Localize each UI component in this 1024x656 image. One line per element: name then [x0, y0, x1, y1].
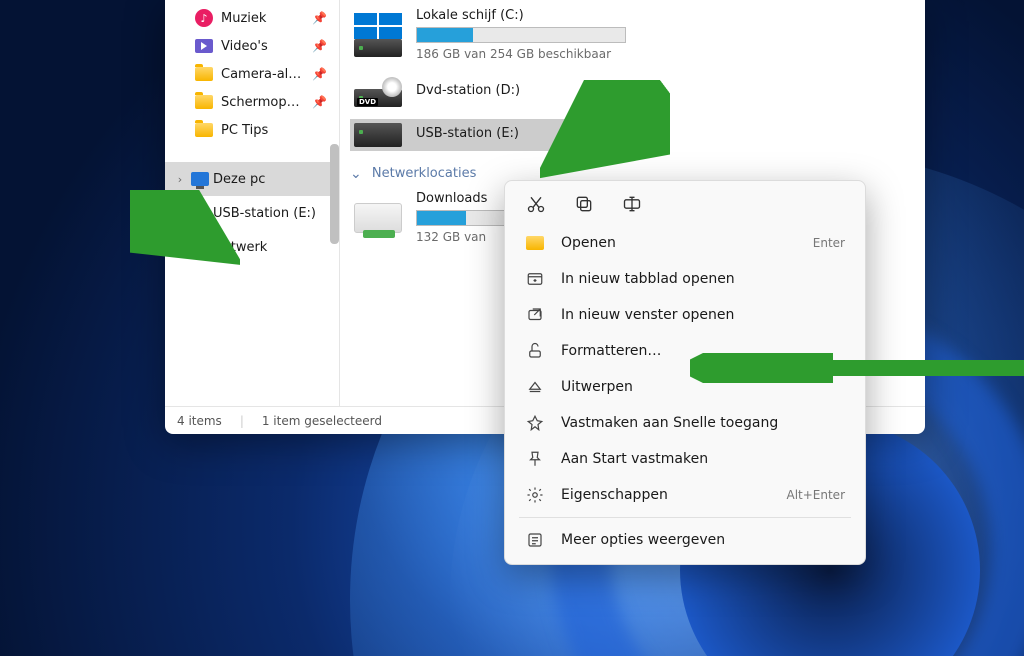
sidebar-item-music[interactable]: ♪ Muziek 📌 [165, 4, 339, 32]
pin-icon: 📌 [312, 95, 327, 109]
sidebar-item-screenshots[interactable]: Schermopnamen 📌 [165, 88, 339, 116]
video-icon [195, 39, 213, 53]
network-icon [191, 240, 209, 254]
sidebar-item-network[interactable]: › Netwerk [165, 230, 339, 264]
drive-usb-e[interactable]: USB-station (E:) [350, 119, 650, 151]
sidebar-item-pc-tips[interactable]: PC Tips [165, 116, 339, 144]
context-menu-pin-start[interactable]: Aan Start vastmaken [511, 441, 859, 477]
context-menu-more-options[interactable]: Meer opties weergeven [511, 522, 859, 558]
cut-icon[interactable] [525, 193, 547, 215]
more-options-icon [525, 530, 545, 550]
format-icon [525, 341, 545, 361]
sidebar-item-videos[interactable]: Video's 📌 [165, 32, 339, 60]
shortcut-label: Enter [813, 236, 845, 250]
context-menu-eject[interactable]: Uitwerpen [511, 369, 859, 405]
chevron-right-icon: › [173, 241, 187, 254]
context-menu-properties[interactable]: Eigenschappen Alt+Enter [511, 477, 859, 513]
drive-subtitle: 186 GB van 254 GB beschikbaar [416, 47, 911, 61]
status-item-count: 4 items [177, 414, 222, 428]
sidebar-item-label: Netwerk [213, 240, 267, 255]
drive-icon: DVD [354, 77, 402, 107]
drive-name: USB-station (E:) [416, 126, 646, 141]
chevron-right-icon: › [173, 207, 187, 220]
copy-icon[interactable] [573, 193, 595, 215]
context-menu-icon-row [511, 187, 859, 225]
usb-drive-icon [191, 208, 209, 218]
sidebar-item-usb-drive[interactable]: › USB-station (E:) [165, 196, 339, 230]
divider: | [240, 414, 244, 428]
drive-icon [354, 203, 402, 233]
sidebar-item-label: Deze pc [213, 172, 265, 187]
drive-icon [354, 13, 402, 57]
drive-local-c[interactable]: Lokale schijf (C:) 186 GB van 254 GB bes… [350, 4, 915, 65]
eject-icon [525, 377, 545, 397]
drive-name: Dvd-station (D:) [416, 83, 911, 98]
sidebar-scrollbar[interactable] [330, 144, 339, 244]
status-selection: 1 item geselecteerd [262, 414, 382, 428]
new-tab-icon [525, 269, 545, 289]
context-menu-open-new-tab[interactable]: In nieuw tabblad openen [511, 261, 859, 297]
pin-start-icon [525, 449, 545, 469]
sidebar-item-label: USB-station (E:) [213, 206, 316, 221]
properties-icon [525, 485, 545, 505]
context-menu-open[interactable]: Openen Enter [511, 225, 859, 261]
sidebar-item-label: Muziek [221, 11, 266, 26]
sidebar-item-label: Camera-album [221, 67, 304, 82]
drive-dvd-d[interactable]: DVD Dvd-station (D:) [350, 73, 915, 111]
pin-icon: 📌 [312, 39, 327, 53]
folder-icon [525, 233, 545, 253]
folder-icon [195, 67, 213, 81]
context-menu-open-new-window[interactable]: In nieuw venster openen [511, 297, 859, 333]
pc-icon [191, 172, 209, 186]
pin-icon [525, 413, 545, 433]
folder-icon [195, 95, 213, 109]
sidebar-item-this-pc[interactable]: › Deze pc [165, 162, 339, 196]
rename-icon[interactable] [621, 193, 643, 215]
drive-usage-bar [416, 210, 516, 226]
folder-icon [195, 123, 213, 137]
drive-name: Lokale schijf (C:) [416, 8, 911, 23]
sidebar-item-label: Video's [221, 39, 268, 54]
separator [519, 517, 851, 518]
context-menu: Openen Enter In nieuw tabblad openen In … [504, 180, 866, 565]
music-icon: ♪ [195, 9, 213, 27]
sidebar-item-label: Schermopnamen [221, 95, 304, 110]
navigation-sidebar: ♪ Muziek 📌 Video's 📌 Camera-album 📌 Sche… [165, 0, 340, 406]
sidebar-item-camera-album[interactable]: Camera-album 📌 [165, 60, 339, 88]
chevron-right-icon: › [173, 173, 187, 186]
drive-icon [354, 123, 402, 147]
context-menu-pin-quick-access[interactable]: Vastmaken aan Snelle toegang [511, 405, 859, 441]
new-window-icon [525, 305, 545, 325]
pin-icon: 📌 [312, 11, 327, 25]
pin-icon: 📌 [312, 67, 327, 81]
sidebar-item-label: PC Tips [221, 123, 268, 138]
drive-usage-bar [416, 27, 626, 43]
shortcut-label: Alt+Enter [786, 488, 845, 502]
context-menu-format[interactable]: Formatteren… [511, 333, 859, 369]
